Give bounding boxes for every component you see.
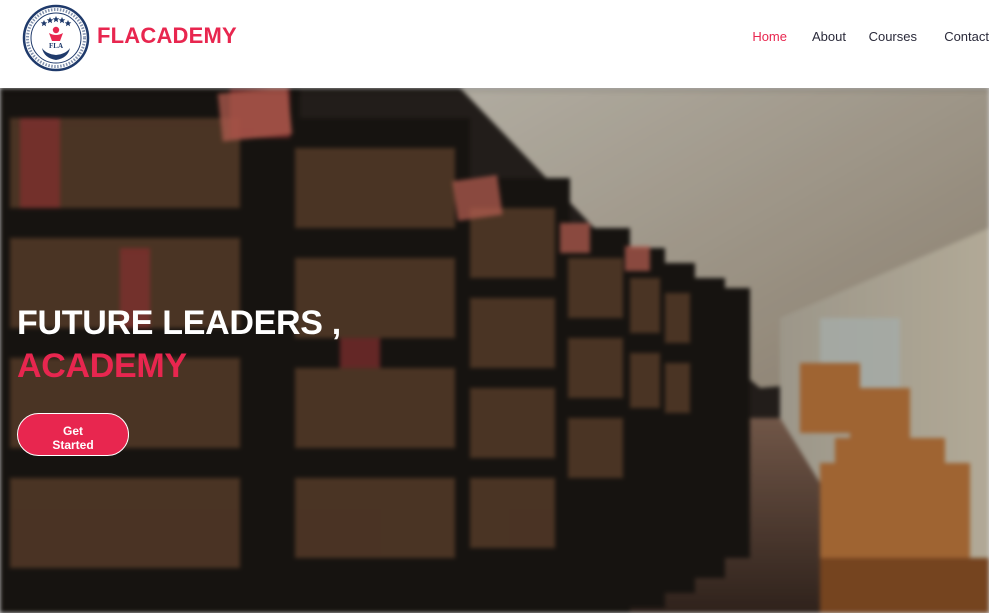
hero-headline: FUTURE LEADERS , ACADEMY: [17, 302, 341, 388]
hero-headline-line2: ACADEMY: [17, 347, 187, 385]
nav-item-home[interactable]: Home: [752, 29, 787, 44]
hero-headline-line1: FUTURE LEADERS ,: [17, 304, 341, 342]
brand-name[interactable]: FLACADEMY: [97, 23, 237, 49]
get-started-button[interactable]: Get Started: [17, 413, 129, 456]
get-started-label: Get Started: [52, 423, 94, 452]
nav-item-about[interactable]: About: [812, 29, 846, 44]
top-navbar: FLA FLACADEMY Home About Courses Contact: [0, 0, 989, 88]
nav-item-contact[interactable]: Contact: [944, 29, 989, 44]
logo-letters: FLA: [49, 42, 63, 50]
nav-item-courses[interactable]: Courses: [869, 29, 917, 44]
academy-logo[interactable]: FLA: [22, 4, 90, 72]
